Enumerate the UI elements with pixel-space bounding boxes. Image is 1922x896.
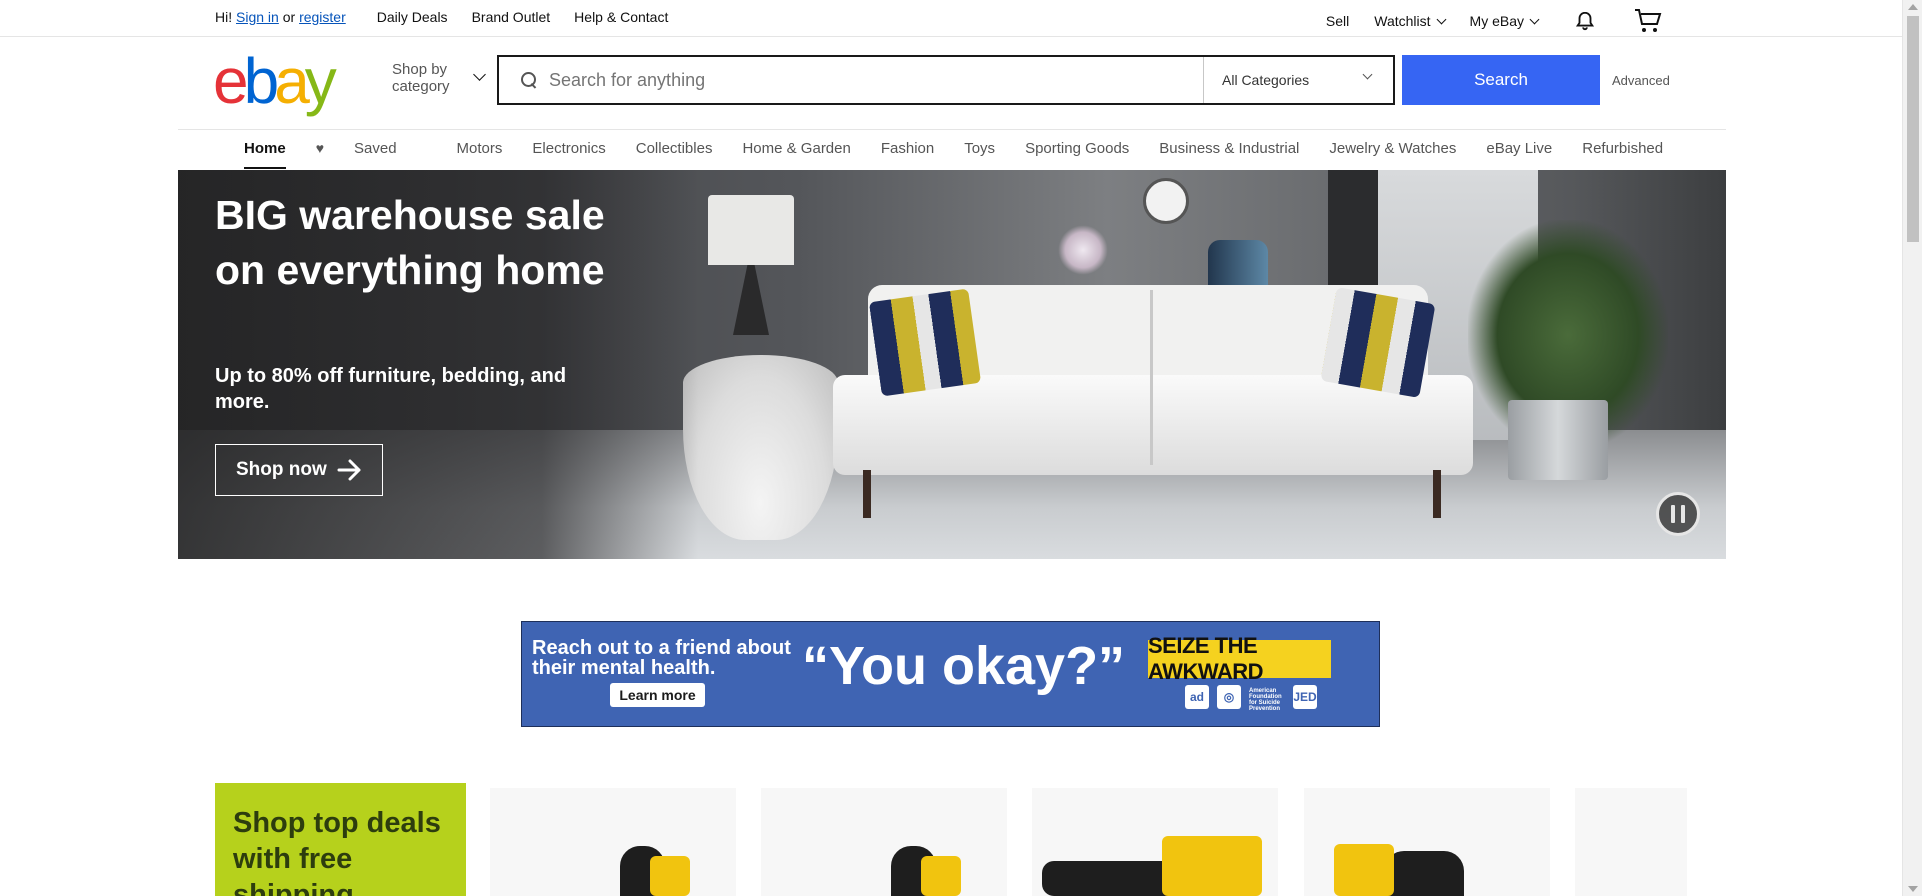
nav-item-saved[interactable]: ♥ Saved xyxy=(316,140,427,157)
register-link[interactable]: register xyxy=(299,9,346,25)
sofa-leg xyxy=(863,470,871,518)
clock-image xyxy=(1143,178,1189,224)
flowers-image xyxy=(1058,225,1108,275)
product-card[interactable] xyxy=(761,788,1007,896)
seize-the-awkward-logo: SEIZE THE AWKWARD xyxy=(1148,633,1331,684)
logo-letter: e xyxy=(213,45,249,117)
page: Hi! Sign in or register Daily Deals Bran… xyxy=(0,0,1922,896)
header: ebay Shop by category All Categories Sea… xyxy=(0,37,1902,129)
product-card[interactable] xyxy=(1032,788,1278,896)
nav-item-motors[interactable]: Motors xyxy=(457,140,503,157)
leaf-blower-image xyxy=(1324,836,1474,896)
side-table-image xyxy=(683,355,838,540)
nav-item-home[interactable]: Home xyxy=(244,140,286,169)
pot-image xyxy=(1508,400,1608,480)
help-contact-link[interactable]: Help & Contact xyxy=(574,9,668,25)
greeting-prefix: Hi! xyxy=(215,9,233,25)
nav-item-refurbished[interactable]: Refurbished xyxy=(1582,140,1663,157)
jed-logo: JED xyxy=(1293,685,1317,709)
logo-letter: y xyxy=(304,45,337,117)
ad-quote: “You okay?” xyxy=(802,636,1126,696)
product-card[interactable] xyxy=(1575,788,1687,896)
nav-item-saved-label: Saved xyxy=(354,140,397,157)
ad-text: Reach out to a friend about their mental… xyxy=(532,637,791,679)
ebay-logo[interactable]: ebay xyxy=(213,49,337,113)
sell-label: Sell xyxy=(1325,13,1350,29)
heart-icon: ♥ xyxy=(315,140,324,156)
category-nav: Home ♥ Saved Motors Electronics Collectib… xyxy=(178,129,1726,170)
greeting: Hi! Sign in or register xyxy=(215,9,346,25)
ad-council-logo: ad xyxy=(1185,685,1209,709)
nav-item-home-garden[interactable]: Home & Garden xyxy=(742,140,850,157)
shop-now-button[interactable]: Shop now xyxy=(215,444,383,496)
nav-item-collectibles[interactable]: Collectibles xyxy=(636,140,713,157)
arrow-right-icon xyxy=(337,459,361,481)
product-card[interactable] xyxy=(1304,788,1550,896)
watchlist-label: Watchlist xyxy=(1374,13,1431,29)
shop-by-category-button[interactable]: Shop by category xyxy=(392,61,486,95)
logo-letter: a xyxy=(274,45,310,117)
category-select-value: All Categories xyxy=(1222,72,1310,88)
hero-title: BIG warehouse sale on everything home xyxy=(215,192,605,293)
afsp-icon: ◎ xyxy=(1217,685,1241,709)
pillow-image xyxy=(1320,287,1436,398)
hero-banner[interactable]: BIG warehouse sale on everything home Up… xyxy=(178,170,1726,559)
chevron-down-icon xyxy=(1362,69,1373,80)
pillow-image xyxy=(868,288,982,397)
scrollbar-thumb[interactable] xyxy=(1907,16,1919,242)
nav-item-sporting-goods[interactable]: Sporting Goods xyxy=(1025,140,1129,157)
ad-banner[interactable]: Reach out to a friend about their mental… xyxy=(521,621,1380,727)
search-bar: All Categories xyxy=(497,55,1395,105)
search-icon xyxy=(521,72,537,88)
watchlist-dropdown[interactable]: Watchlist xyxy=(1374,13,1446,29)
notification-bell-icon[interactable] xyxy=(1574,10,1596,32)
leaf-blower-image xyxy=(1042,836,1272,896)
sofa-leg xyxy=(1433,470,1441,518)
nav-item-fashion[interactable]: Fashion xyxy=(881,140,934,157)
leaf-blower-image xyxy=(600,836,700,896)
chevron-down-icon xyxy=(1529,14,1540,24)
product-card[interactable] xyxy=(490,788,736,896)
hero-subtitle: Up to 80% off furniture, bedding, and mo… xyxy=(215,365,567,413)
nav-item-ebay-live[interactable]: eBay Live xyxy=(1486,140,1552,157)
ad-partner-logos: ad ◎ American Foundation for Suicide Pre… xyxy=(1185,685,1317,712)
logo-letter: b xyxy=(243,45,280,117)
sign-in-link[interactable]: Sign in xyxy=(236,9,279,25)
nav-item-jewelry-watches[interactable]: Jewelry & Watches xyxy=(1329,140,1456,157)
nav-item-business-industrial[interactable]: Business & Industrial xyxy=(1159,140,1299,157)
afsp-text: American Foundation for Suicide Preventi… xyxy=(1249,688,1282,712)
nav-item-toys[interactable]: Toys xyxy=(964,140,995,157)
search-button[interactable]: Search xyxy=(1402,55,1600,105)
shop-now-label: Shop now xyxy=(236,459,327,480)
top-utility-bar: Hi! Sign in or register Daily Deals Bran… xyxy=(0,0,1902,37)
daily-deals-link[interactable]: Daily Deals xyxy=(377,9,448,25)
category-select[interactable]: All Categories xyxy=(1203,57,1393,103)
my-ebay-label: My eBay xyxy=(1469,13,1524,29)
brand-outlet-link[interactable]: Brand Outlet xyxy=(472,9,551,25)
sell-link[interactable]: Sell xyxy=(1326,13,1349,29)
category-label: category xyxy=(392,78,450,95)
chevron-down-icon xyxy=(1436,14,1446,24)
pause-icon[interactable] xyxy=(1656,492,1700,536)
learn-more-button[interactable]: Learn more xyxy=(610,683,705,707)
deals-heading: Shop top deals with free shipping xyxy=(233,807,441,896)
search-input[interactable] xyxy=(549,69,1189,91)
lamp-image xyxy=(708,195,794,265)
chevron-down-icon xyxy=(473,68,486,81)
my-ebay-dropdown[interactable]: My eBay xyxy=(1469,13,1540,29)
scroll-down-icon[interactable] xyxy=(1908,886,1918,892)
leaf-blower-image xyxy=(871,836,971,896)
scroll-up-icon[interactable] xyxy=(1908,4,1918,10)
advanced-search-link[interactable]: Advanced xyxy=(1612,73,1670,88)
deals-card[interactable]: Shop top deals with free shipping xyxy=(215,783,466,896)
shop-by-label: Shop by xyxy=(392,61,448,78)
cart-icon[interactable] xyxy=(1634,8,1662,34)
vertical-scrollbar[interactable] xyxy=(1902,0,1922,896)
nav-item-electronics[interactable]: Electronics xyxy=(532,140,605,157)
or-text: or xyxy=(282,9,296,25)
sofa-divider xyxy=(1150,290,1153,465)
